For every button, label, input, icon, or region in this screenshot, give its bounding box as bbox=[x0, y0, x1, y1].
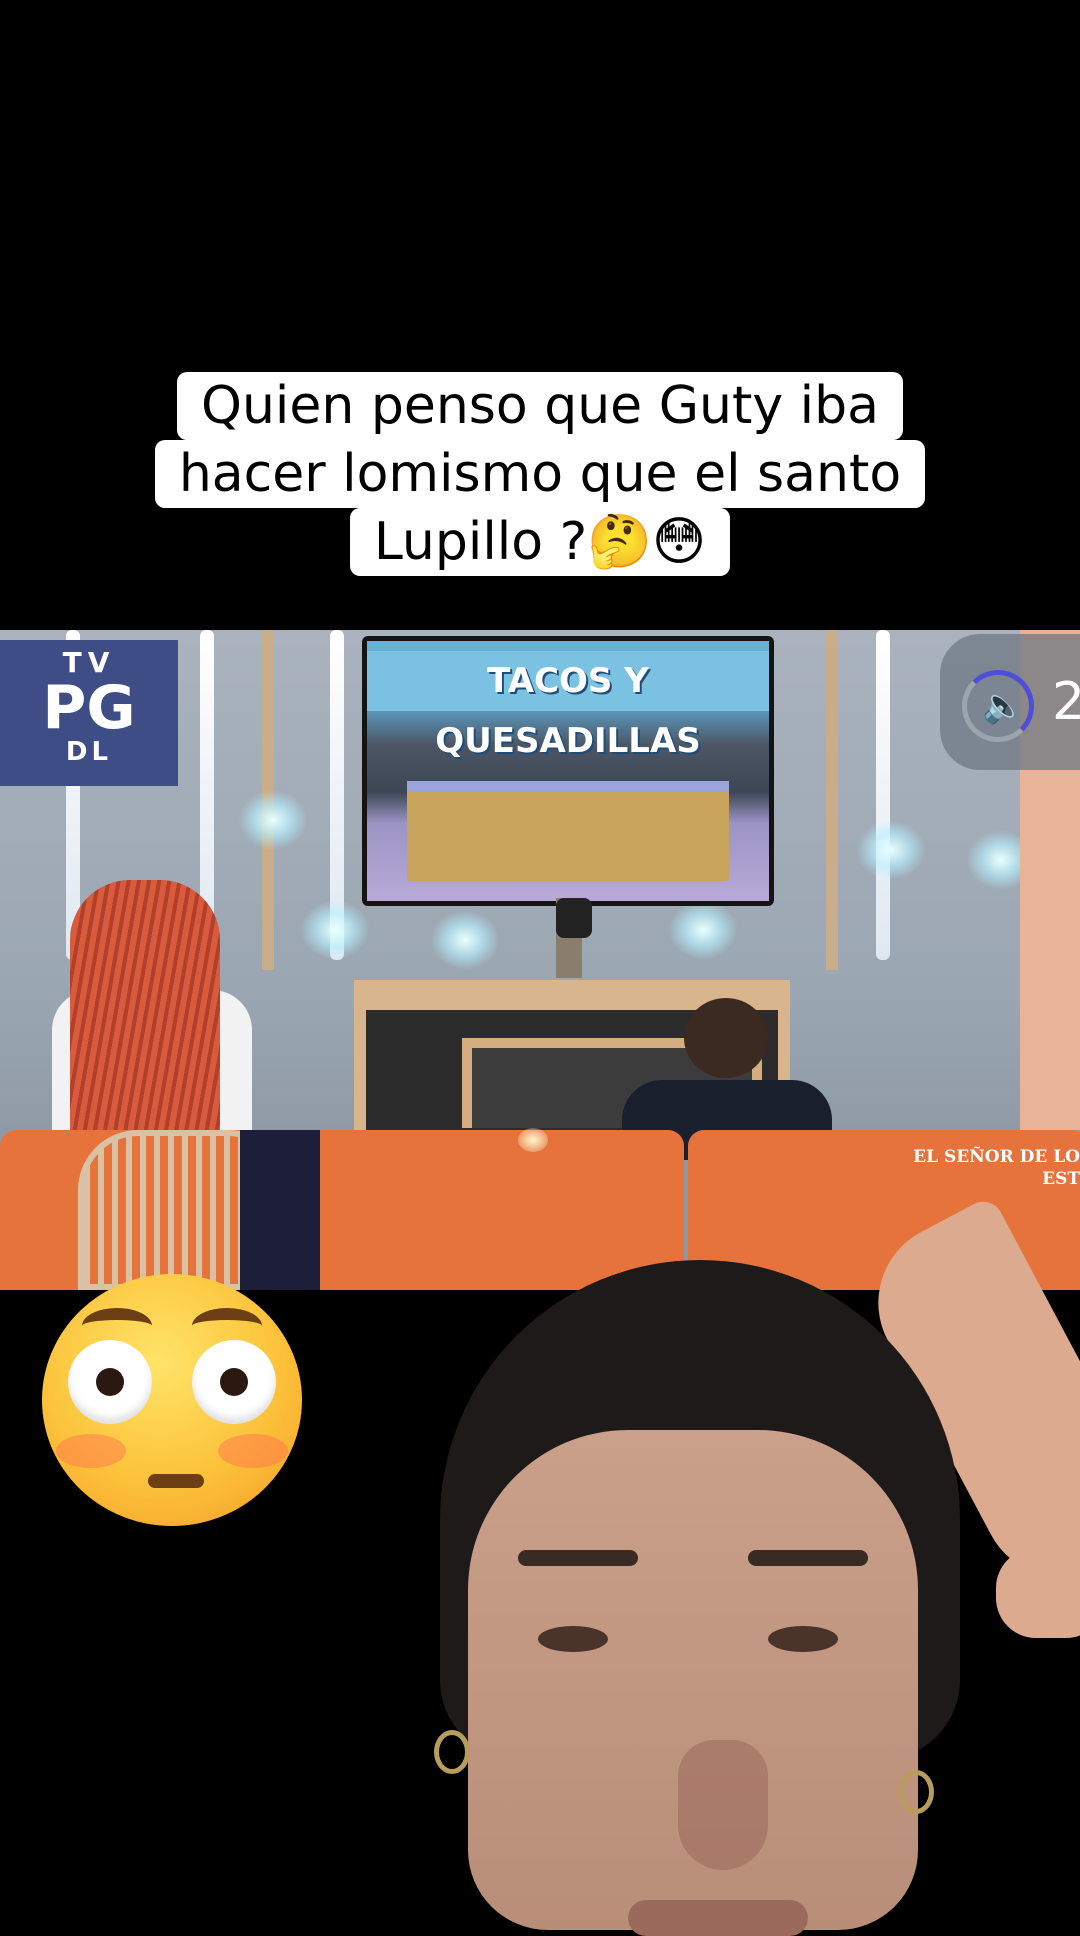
lamp-glow bbox=[518, 1128, 548, 1152]
rating-main: PG bbox=[42, 673, 136, 743]
monitor-screen: TACOS Y QUESADILLAS bbox=[367, 641, 769, 901]
wall-glow bbox=[238, 790, 308, 850]
caption-overlay: Quien penso que Guty iba hacer lomismo q… bbox=[0, 372, 1080, 576]
wall-glow bbox=[300, 900, 370, 960]
caption-line-3: Lupillo ?🤔😳 bbox=[349, 508, 731, 576]
emoji-brow bbox=[192, 1308, 262, 1344]
tv-rating-badge: TV PG DL bbox=[0, 640, 178, 786]
video-frame[interactable]: TV PG DL TACOS Y QUESADILLAS 🔈 2 EL SEÑO… bbox=[0, 630, 1080, 1290]
seated-person-head bbox=[684, 998, 768, 1078]
creator-face bbox=[434, 1260, 960, 1936]
wall-glow bbox=[668, 900, 738, 960]
wall-panel bbox=[826, 630, 838, 970]
earring-icon bbox=[898, 1770, 934, 1814]
speaker-icon: 🔈 bbox=[982, 686, 1025, 726]
emoji-blush bbox=[218, 1434, 288, 1468]
creator-brow bbox=[748, 1550, 868, 1566]
creator-brow bbox=[518, 1550, 638, 1566]
creator-skin bbox=[468, 1430, 918, 1936]
dark-cloth bbox=[240, 1130, 320, 1290]
creator-eye bbox=[768, 1626, 838, 1652]
wall-glow bbox=[430, 910, 500, 970]
volume-indicator[interactable]: 🔈 2 bbox=[940, 634, 1080, 770]
emoji-eye bbox=[68, 1340, 152, 1424]
lower-third-ticker: EL SEÑOR DE LO EST bbox=[913, 1146, 1080, 1190]
monitor-banner: TACOS Y QUESADILLAS bbox=[367, 651, 769, 761]
emoji-mouth bbox=[148, 1474, 204, 1488]
ticker-line-1: EL SEÑOR DE LO bbox=[913, 1147, 1080, 1167]
creator-nose bbox=[678, 1740, 768, 1870]
hand-fingers bbox=[996, 1548, 1080, 1638]
wall-light bbox=[876, 630, 890, 960]
kitchen-counter bbox=[407, 791, 729, 881]
camera-icon bbox=[556, 898, 592, 938]
emoji-eye bbox=[192, 1340, 276, 1424]
wall-glow bbox=[856, 820, 926, 880]
earring-icon bbox=[434, 1730, 470, 1774]
flushed-face-emoji-icon bbox=[42, 1274, 302, 1526]
caption-line-1: Quien penso que Guty iba bbox=[177, 372, 903, 440]
wall-monitor: TACOS Y QUESADILLAS bbox=[362, 636, 774, 906]
emoji-brow bbox=[82, 1308, 152, 1344]
rating-bottom: DL bbox=[65, 737, 113, 767]
caption-line-2: hacer lomismo que el santo bbox=[154, 440, 926, 508]
ticker-line-2: EST bbox=[1042, 1169, 1080, 1189]
volume-value: 2 bbox=[1052, 672, 1080, 732]
creator-eye bbox=[538, 1626, 608, 1652]
creator-lips bbox=[628, 1900, 808, 1936]
emoji-blush bbox=[56, 1434, 126, 1468]
